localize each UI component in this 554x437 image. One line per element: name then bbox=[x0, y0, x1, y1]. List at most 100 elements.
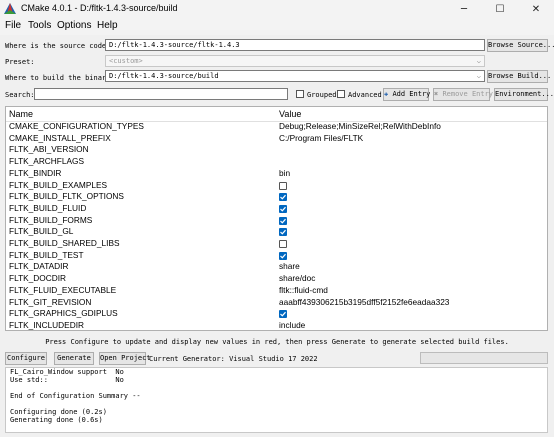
value-checkbox[interactable] bbox=[279, 310, 287, 319]
value-checkbox[interactable] bbox=[279, 193, 287, 202]
variable-name: CMAKE_INSTALL_PREFIX bbox=[9, 132, 111, 143]
variable-value[interactable]: include bbox=[279, 320, 305, 330]
maximize-button[interactable]: ☐ bbox=[482, 0, 518, 18]
variable-name: FLTK_BUILD_FORMS bbox=[9, 214, 93, 225]
variable-name: FLTK_GIT_REVISION bbox=[9, 296, 92, 307]
minimize-button[interactable]: ─ bbox=[446, 0, 482, 18]
source-path-field[interactable]: D:/fltk-1.4.3-source/fltk-1.4.3 bbox=[105, 39, 485, 51]
title-bar: CMake 4.0.1 - D:/fltk-1.4.3-source/build… bbox=[0, 0, 554, 18]
source-label: Where is the source code: bbox=[5, 42, 111, 50]
menu-bar: File Tools Options Help bbox=[0, 18, 554, 35]
preset-value: <custom> bbox=[109, 57, 143, 65]
column-header-value[interactable]: Value bbox=[279, 109, 301, 119]
variable-value[interactable]: fltk::fluid-cmd bbox=[279, 285, 328, 297]
output-line: Configuring done (0.2s) bbox=[10, 408, 107, 416]
variable-name: FLTK_BUILD_EXAMPLES bbox=[9, 179, 108, 190]
output-log[interactable]: FL_Cairo_Window support No Use std:: No E… bbox=[5, 367, 548, 433]
table-row[interactable]: FLTK_BUILD_FLUID bbox=[6, 203, 547, 215]
variable-value[interactable]: Debug;Release;MinSizeRel;RelWithDebInfo bbox=[279, 121, 441, 133]
remove-entry-button[interactable]: ✖ Remove Entry bbox=[433, 88, 494, 101]
table-row[interactable]: FLTK_GIT_REVISION aaabff439306215b3195dff… bbox=[6, 297, 547, 309]
value-checkbox[interactable] bbox=[279, 204, 287, 213]
browse-build-button[interactable]: Browse Build... bbox=[487, 70, 551, 83]
variable-name: FLTK_BUILD_SHARED_LIBS bbox=[9, 238, 120, 248]
value-checkbox[interactable] bbox=[279, 228, 287, 237]
status-message: Press Configure to update and display ne… bbox=[45, 338, 509, 346]
table-row[interactable]: FLTK_GRAPHICS_GDIPLUS bbox=[6, 308, 547, 320]
table-row[interactable]: FLTK_BUILD_FORMS bbox=[6, 215, 547, 227]
remove-entry-label: Remove Entry bbox=[442, 90, 494, 98]
open-project-button[interactable]: Open Project bbox=[99, 352, 151, 365]
table-row[interactable]: CMAKE_CONFIGURATION_TYPES Debug;Release;M… bbox=[6, 121, 547, 133]
variable-value[interactable]: C:/Program Files/FLTK bbox=[279, 133, 363, 145]
variable-name: FLTK_ABI_VERSION bbox=[9, 144, 89, 155]
table-row[interactable]: FLTK_INCLUDEDIR include bbox=[6, 319, 547, 330]
advanced-label: Advanced bbox=[348, 91, 382, 99]
variable-value[interactable]: bin bbox=[279, 168, 290, 180]
value-checkbox[interactable] bbox=[279, 251, 287, 260]
table-row[interactable]: FLTK_DATADIR share bbox=[6, 261, 547, 273]
table-row[interactable]: FLTK_ABI_VERSION bbox=[6, 144, 547, 156]
output-line: Use std:: No bbox=[10, 376, 124, 384]
grouped-checkbox[interactable] bbox=[296, 90, 304, 98]
table-row[interactable]: FLTK_BUILD_GL bbox=[6, 226, 547, 238]
variable-name: FLTK_GRAPHICS_GDIPLUS bbox=[9, 308, 118, 319]
output-line: End of Configuration Summary -- bbox=[10, 392, 141, 400]
chevron-down-icon: ⌵ bbox=[476, 57, 481, 65]
window-title: CMake 4.0.1 - D:/fltk-1.4.3-source/build bbox=[21, 3, 178, 13]
variable-name: FLTK_BUILD_GL bbox=[9, 226, 74, 237]
configure-button[interactable]: Configure bbox=[5, 352, 47, 365]
column-header-name[interactable]: Name bbox=[9, 109, 33, 119]
table-row[interactable]: CMAKE_INSTALL_PREFIX C:/Program Files/FLT… bbox=[6, 133, 547, 145]
table-row[interactable]: FLTK_FLUID_EXECUTABLE fltk::fluid-cmd bbox=[6, 285, 547, 297]
chevron-down-icon: ⌵ bbox=[476, 72, 481, 80]
add-entry-label: Add Entry bbox=[392, 90, 431, 98]
build-path-field[interactable]: D:/fltk-1.4.3-source/build ⌵ bbox=[105, 70, 485, 82]
table-header: Name Value bbox=[6, 107, 547, 122]
minimize-icon: ─ bbox=[460, 3, 468, 15]
output-line: FL_Cairo_Window support No bbox=[10, 368, 124, 376]
preset-select[interactable]: <custom> ⌵ bbox=[105, 55, 485, 67]
add-entry-button[interactable]: ✚ Add Entry bbox=[383, 88, 431, 101]
search-label: Search: bbox=[5, 91, 35, 99]
value-checkbox[interactable] bbox=[279, 240, 287, 248]
browse-source-button[interactable]: Browse Source... bbox=[487, 39, 554, 52]
variable-value[interactable]: share bbox=[279, 261, 300, 273]
table-row[interactable]: FLTK_BINDIR bin bbox=[6, 168, 547, 180]
table-row[interactable]: FLTK_BUILD_EXAMPLES bbox=[6, 180, 547, 192]
menu-tools[interactable]: Tools bbox=[28, 20, 51, 31]
variable-value[interactable]: share/doc bbox=[279, 273, 315, 285]
variable-name: FLTK_DATADIR bbox=[9, 261, 69, 272]
menu-options[interactable]: Options bbox=[57, 20, 91, 31]
table-row[interactable]: FLTK_DOCDIR share/doc bbox=[6, 273, 547, 285]
variable-name: FLTK_ARCHFLAGS bbox=[9, 156, 84, 167]
table-row[interactable]: FLTK_BUILD_SHARED_LIBS bbox=[6, 238, 547, 250]
search-input[interactable] bbox=[34, 88, 288, 100]
grouped-label: Grouped bbox=[307, 91, 337, 99]
progress-bar bbox=[420, 352, 548, 364]
table-row[interactable]: FLTK_BUILD_FLTK_OPTIONS bbox=[6, 191, 547, 203]
table-row[interactable]: FLTK_BUILD_TEST bbox=[6, 250, 547, 262]
current-generator-label: Current Generator: Visual Studio 17 2022 bbox=[149, 355, 318, 363]
build-path-value: D:/fltk-1.4.3-source/build bbox=[109, 72, 219, 80]
generate-button[interactable]: Generate bbox=[54, 352, 94, 365]
menu-file[interactable]: File bbox=[5, 20, 21, 31]
table-row[interactable]: FLTK_ARCHFLAGS bbox=[6, 156, 547, 168]
variable-name: FLTK_INCLUDEDIR bbox=[9, 319, 84, 330]
close-icon: ✕ bbox=[531, 3, 541, 15]
cache-variables-table[interactable]: Name Value CMAKE_CONFIGURATION_TYPES Debu… bbox=[5, 106, 548, 331]
variable-value[interactable]: aaabff439306215b3195dff5f2152fe6eadaa323 bbox=[279, 297, 449, 309]
value-checkbox[interactable] bbox=[279, 216, 287, 225]
preset-label: Preset: bbox=[5, 58, 35, 66]
variable-name: FLTK_BUILD_FLTK_OPTIONS bbox=[9, 191, 124, 202]
menu-help[interactable]: Help bbox=[97, 20, 118, 31]
variable-name: CMAKE_CONFIGURATION_TYPES bbox=[9, 121, 144, 131]
environment-button[interactable]: Environment... bbox=[494, 88, 554, 101]
advanced-checkbox[interactable] bbox=[337, 90, 345, 98]
maximize-icon: ☐ bbox=[495, 3, 505, 15]
value-checkbox[interactable] bbox=[279, 181, 287, 190]
variable-name: FLTK_FLUID_EXECUTABLE bbox=[9, 284, 117, 295]
close-button[interactable]: ✕ bbox=[518, 0, 554, 18]
